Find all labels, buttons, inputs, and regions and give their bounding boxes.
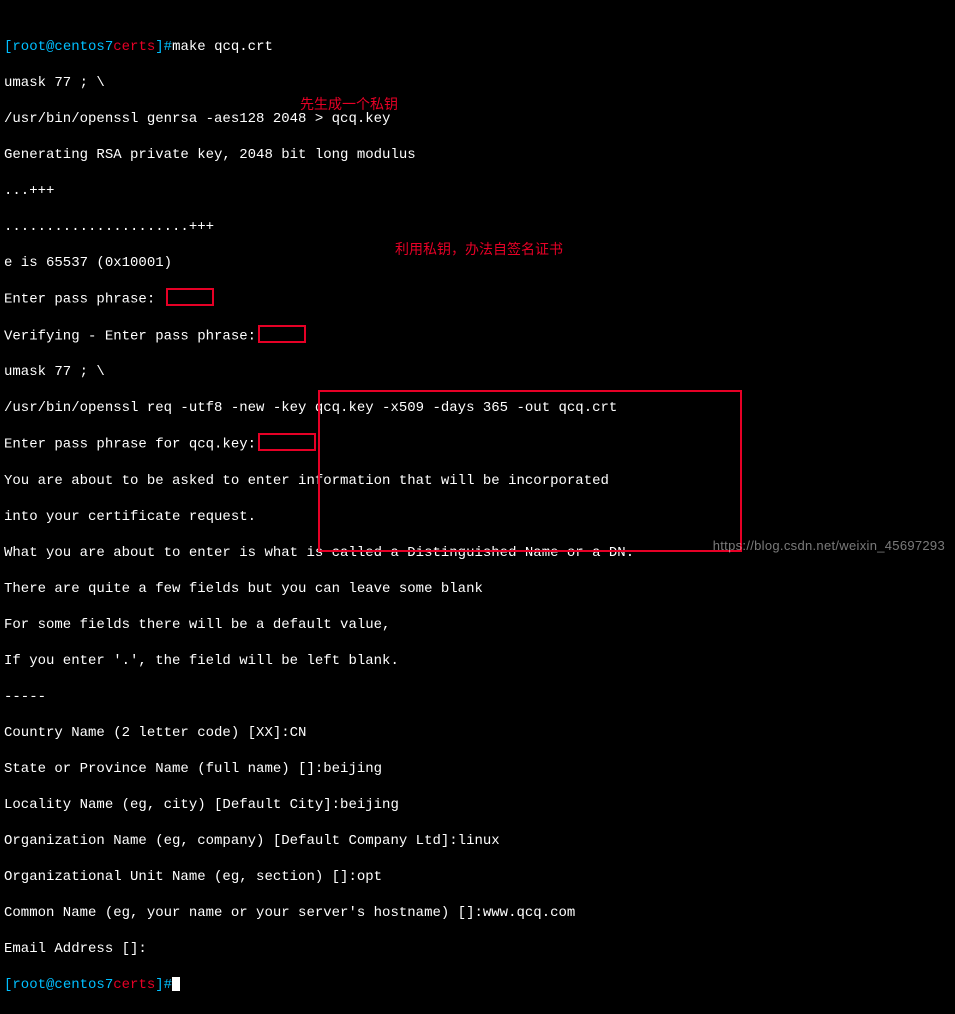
line: Email Address []:: [4, 940, 951, 958]
text: Enter pass phrase:: [4, 292, 164, 308]
line: Verifying - Enter pass phrase:: [4, 327, 951, 346]
line: Organization Name (eg, company) [Default…: [4, 832, 951, 850]
line: State or Province Name (full name) []:be…: [4, 760, 951, 778]
line: Enter pass phrase:: [4, 290, 951, 309]
annotation-self-sign: 利用私钥，办法自签名证书: [395, 240, 563, 258]
prompt-line: [root@centos7certs]#: [4, 976, 951, 994]
line: ...+++: [4, 182, 951, 200]
userhost: root@centos7: [12, 977, 113, 993]
bracket: ]#: [155, 39, 172, 55]
line: For some fields there will be a default …: [4, 616, 951, 634]
line: Country Name (2 letter code) [XX]:CN: [4, 724, 951, 742]
line: Generating RSA private key, 2048 bit lon…: [4, 146, 951, 164]
redacted-box: [258, 325, 306, 343]
line: -----: [4, 688, 951, 706]
line: Locality Name (eg, city) [Default City]:…: [4, 796, 951, 814]
line: umask 77 ; \: [4, 363, 951, 381]
line: ......................+++: [4, 218, 951, 236]
line: If you enter '.', the field will be left…: [4, 652, 951, 670]
line: umask 77 ; \: [4, 74, 951, 92]
userhost: root@centos7: [12, 39, 113, 55]
text: Enter pass phrase for qcq.key:: [4, 437, 256, 453]
command: make qcq.crt: [172, 39, 273, 55]
bracket: ]#: [155, 977, 172, 993]
line: Common Name (eg, your name or your serve…: [4, 904, 951, 922]
cursor: [172, 977, 180, 991]
bracket: [: [4, 977, 12, 993]
text: Verifying - Enter pass phrase:: [4, 328, 256, 344]
watermark: https://blog.csdn.net/weixin_45697293: [713, 537, 945, 555]
line: You are about to be asked to enter infor…: [4, 472, 951, 490]
line: Organizational Unit Name (eg, section) […: [4, 868, 951, 886]
line: /usr/bin/openssl req -utf8 -new -key qcq…: [4, 399, 951, 417]
redacted-box: [166, 288, 214, 306]
prompt-line: [root@centos7certs]#make qcq.crt: [4, 38, 951, 56]
line: Enter pass phrase for qcq.key:: [4, 435, 951, 454]
dir: certs: [113, 977, 155, 993]
redacted-box: [258, 433, 316, 451]
annotation-generate-key: 先生成一个私钥: [300, 95, 398, 113]
dir: certs: [113, 39, 155, 55]
terminal[interactable]: The file movement successfully. [root@ce…: [0, 0, 955, 1014]
line: /usr/bin/openssl genrsa -aes128 2048 > q…: [4, 110, 951, 128]
line: There are quite a few fields but you can…: [4, 580, 951, 598]
line: into your certificate request.: [4, 508, 951, 526]
